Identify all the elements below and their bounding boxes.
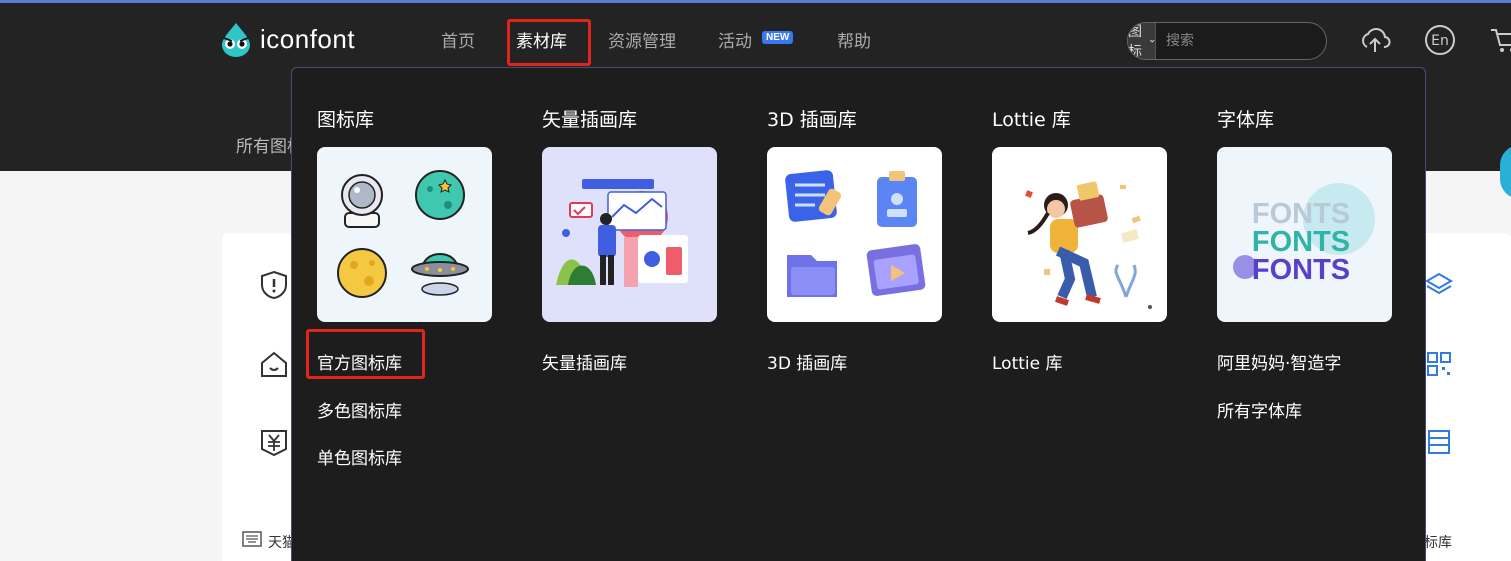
link-3d-illustration-library[interactable]: 3D 插画库 (767, 349, 847, 374)
cart-button[interactable] (1487, 23, 1511, 57)
search-type-select[interactable]: 图标 (1128, 23, 1156, 59)
link-monocolor-icon-library[interactable]: 单色图标库 (317, 444, 402, 469)
upload-cloud-icon (1362, 28, 1391, 52)
upload-button[interactable] (1358, 23, 1392, 57)
shield-alert-icon (261, 270, 287, 300)
language-en-icon: En (1425, 25, 1455, 55)
nav-resource-management[interactable]: 资源管理 (608, 27, 676, 52)
nav-active-highlight-box (507, 19, 591, 66)
column-title-3d-illustration[interactable]: 3D 插画库 (767, 105, 857, 132)
svg-text:En: En (1431, 33, 1449, 49)
svg-text:FONTS: FONTS (1252, 254, 1350, 286)
lottie-thumbnail[interactable] (992, 147, 1167, 322)
yuan-currency-icon (261, 430, 287, 457)
official-library-highlight-box (306, 329, 425, 379)
nav-activities[interactable]: 活动 (718, 27, 752, 52)
materials-dropdown-menu: 图标库 官方图标库 多色图标库 单色图标库 矢量插画库 矢量插画库 3D 插画库… (291, 67, 1426, 561)
language-button[interactable]: En (1423, 23, 1457, 57)
fonts-illustration: FONTS FONTS FONTS (1233, 183, 1375, 286)
chevron-down-icon (1149, 39, 1155, 43)
cart-icon (1491, 29, 1511, 52)
search-type-label: 图标 (1128, 24, 1142, 60)
iconfont-logo-icon (222, 23, 250, 57)
column-title-icon-library[interactable]: 图标库 (317, 105, 374, 132)
server-list-icon (1428, 430, 1450, 454)
footer-right-text: 标库 (1424, 535, 1452, 551)
search-input[interactable] (1156, 23, 1326, 59)
home-icon (261, 351, 287, 377)
vector-illustration-thumbnail[interactable] (542, 147, 717, 322)
keyboard-icon (242, 531, 262, 547)
column-title-lottie[interactable]: Lottie 库 (992, 105, 1071, 132)
link-alimama-font[interactable]: 阿里妈妈·智造字 (1217, 349, 1341, 374)
nav-help[interactable]: 帮助 (837, 27, 871, 52)
brand-name: iconfont (260, 23, 356, 54)
3d-objects-illustration (785, 170, 926, 297)
lottie-girl-illustration (1025, 181, 1152, 309)
font-library-thumbnail[interactable]: FONTS FONTS FONTS (1217, 147, 1392, 322)
new-badge: NEW (762, 31, 794, 44)
column-title-font-library[interactable]: 字体库 (1217, 105, 1274, 132)
search-bar: 图标 (1127, 22, 1327, 60)
link-multicolor-icon-library[interactable]: 多色图标库 (317, 397, 402, 422)
3d-illustration-thumbnail[interactable] (767, 147, 942, 322)
link-vector-illustration-library[interactable]: 矢量插画库 (542, 349, 627, 374)
link-lottie-library[interactable]: Lottie 库 (992, 349, 1063, 374)
icon-library-thumbnail[interactable] (317, 147, 492, 322)
column-title-vector-illustration[interactable]: 矢量插画库 (542, 105, 637, 132)
brand-logo[interactable]: iconfont (218, 21, 355, 57)
qr-code-icon (1427, 352, 1451, 376)
link-all-font-library[interactable]: 所有字体库 (1217, 397, 1302, 422)
vector-scene-illustration (556, 179, 688, 287)
layers-icon (1425, 272, 1453, 295)
space-icons-illustration (337, 170, 469, 298)
nav-home[interactable]: 首页 (441, 27, 475, 52)
